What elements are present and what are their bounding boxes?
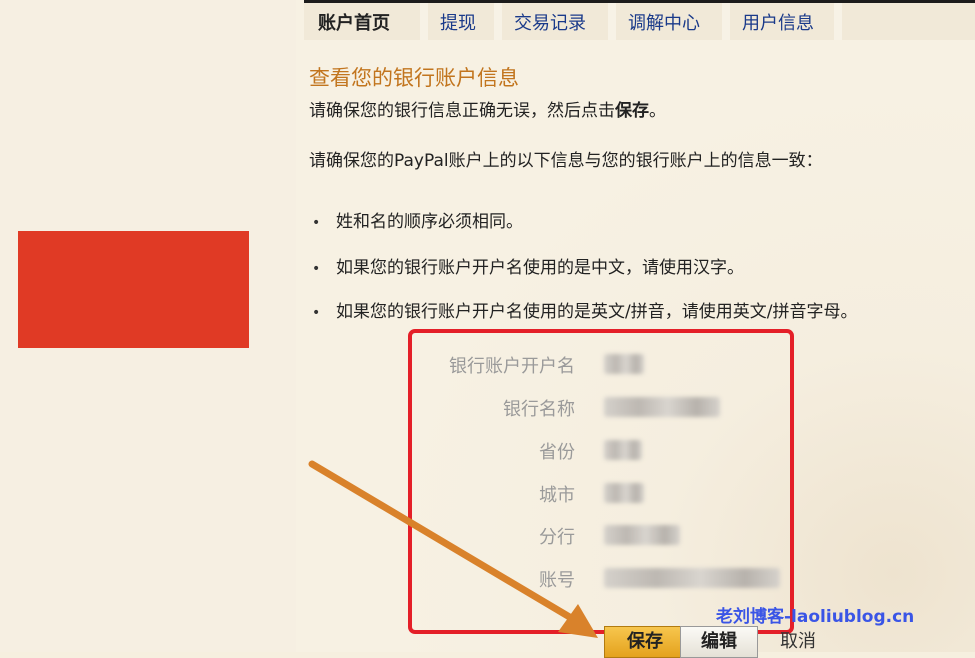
tab-user-info[interactable]: 用户信息 — [742, 3, 814, 40]
tab-withdraw[interactable]: 提现 — [440, 3, 476, 40]
tab-separator — [420, 3, 428, 40]
tab-separator — [608, 3, 616, 40]
rule-text: 如果您的银行账户开户名使用的是中文，请使用汉字。 — [336, 258, 744, 278]
save-button[interactable]: 保存 — [604, 626, 686, 658]
rule-item: • 如果您的银行账户开户名使用的是英文/拼音，请使用英文/拼音字母。 — [312, 297, 857, 322]
instruction-suffix: 。 — [649, 101, 666, 121]
top-nav: 账户首页 提现 交易记录 调解中心 用户信息 — [304, 0, 975, 40]
cancel-button[interactable]: 取消 — [760, 626, 836, 658]
edit-button[interactable]: 编辑 — [680, 626, 758, 658]
highlight-box — [408, 329, 794, 634]
watermark: 老刘博客-laoliublog.cn — [716, 607, 915, 627]
left-panel — [0, 0, 296, 652]
bullet-dot: • — [312, 261, 321, 277]
tab-account-home[interactable]: 账户首页 — [318, 3, 390, 40]
rule-text: 姓和名的顺序必须相同。 — [336, 212, 523, 232]
page-title: 查看您的银行账户信息 — [309, 66, 519, 90]
consistency-note: 请确保您的PayPal账户上的以下信息与您的银行账户上的信息一致： — [309, 151, 823, 171]
tab-resolution-center[interactable]: 调解中心 — [628, 3, 700, 40]
instruction-prefix: 请确保您的银行信息正确无误，然后点击 — [309, 101, 615, 121]
instruction-action: 保存 — [615, 101, 649, 121]
rule-item: • 如果您的银行账户开户名使用的是中文，请使用汉字。 — [312, 253, 744, 278]
rule-text: 如果您的银行账户开户名使用的是英文/拼音，请使用英文/拼音字母。 — [336, 302, 858, 322]
bullet-dot: • — [312, 215, 321, 231]
tab-separator — [834, 3, 842, 40]
tab-transactions[interactable]: 交易记录 — [514, 3, 586, 40]
tab-separator — [494, 3, 502, 40]
tab-separator — [722, 3, 730, 40]
bullet-dot: • — [312, 305, 321, 321]
rule-item: • 姓和名的顺序必须相同。 — [312, 207, 523, 232]
save-instruction: 请确保您的银行信息正确无误，然后点击保存。 — [309, 96, 666, 121]
redacted-block — [18, 231, 249, 348]
